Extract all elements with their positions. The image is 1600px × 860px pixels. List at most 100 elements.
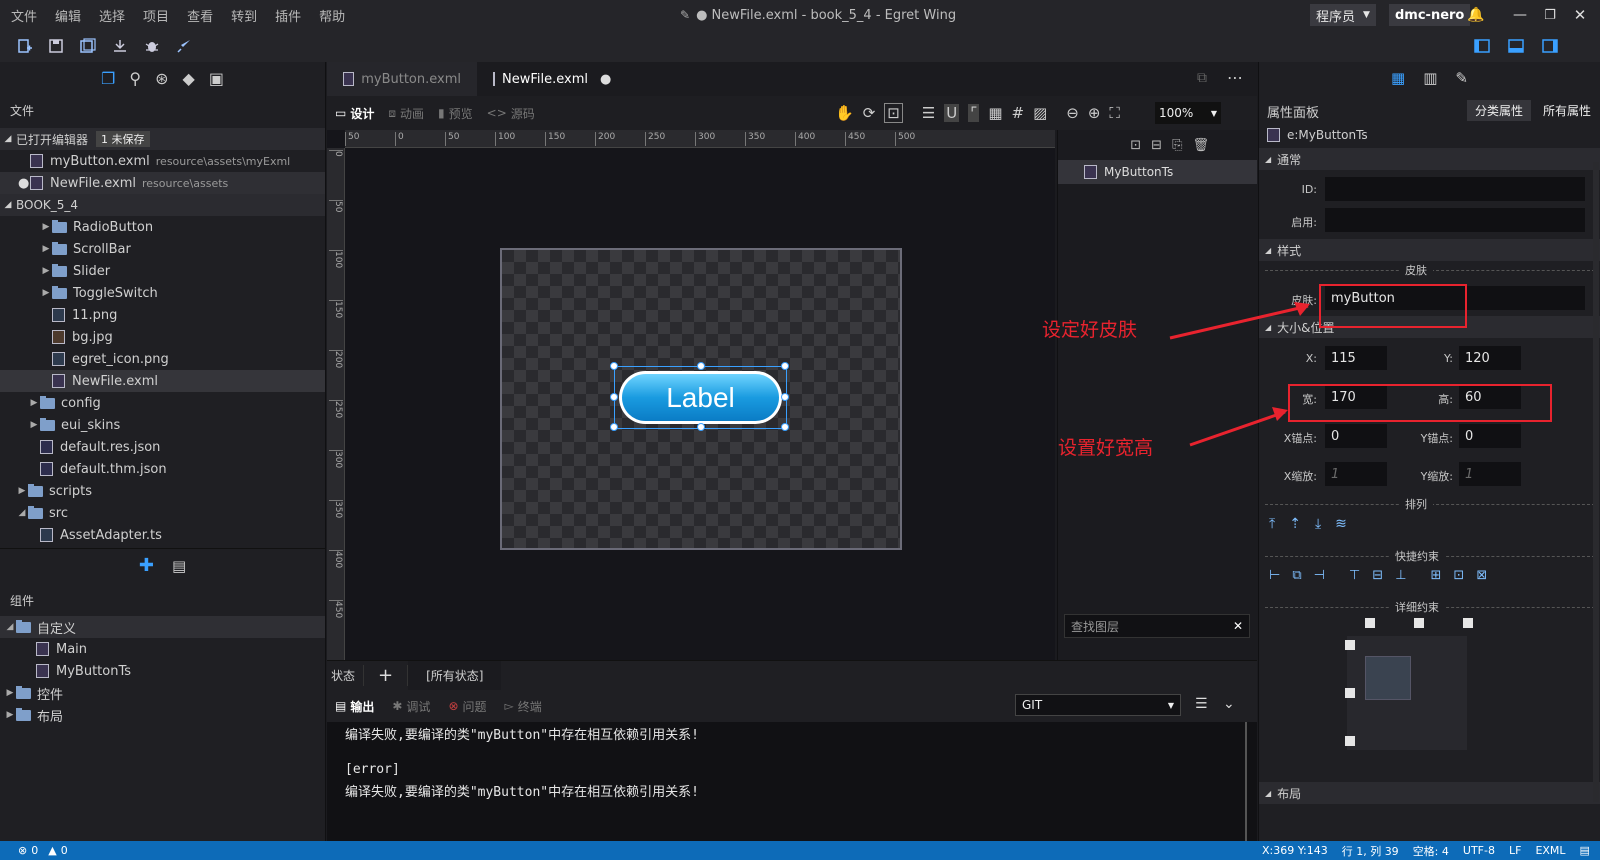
tab-mybutton[interactable]: myButton.exml [327, 62, 477, 96]
component-group[interactable]: ▶ 控件 [0, 682, 325, 704]
tab-output[interactable]: ▤ 输出 [335, 698, 374, 715]
constraint-left-top-checkbox[interactable] [1345, 640, 1355, 650]
menu-project[interactable]: 项目 [134, 0, 178, 30]
hand-icon[interactable]: ✋ [835, 104, 854, 122]
constraint-left-middle-checkbox[interactable] [1345, 688, 1355, 698]
mode-preview[interactable]: ▮ 预览 [438, 105, 473, 122]
restore-icon[interactable]: ❐ [1540, 5, 1560, 25]
tree-item[interactable]: default.res.json [0, 436, 325, 458]
align-top-icon[interactable]: ⊤ [1349, 568, 1360, 583]
resize-handle[interactable] [610, 423, 618, 431]
selection-box[interactable] [610, 362, 789, 431]
resize-handle[interactable] [697, 423, 705, 431]
line-ending[interactable]: LF [1509, 844, 1521, 857]
image-icon[interactable]: ▨ [1033, 104, 1047, 122]
indentation[interactable]: 空格: 4 [1413, 843, 1449, 859]
mode-source[interactable]: <> 源码 [487, 105, 535, 122]
output-console[interactable]: 编译失败,要编译的类"myButton"中存在相互依赖引用关系! [error]… [327, 722, 1257, 841]
output-channel-select[interactable]: GIT ▼ [1015, 694, 1181, 716]
publish-icon[interactable] [104, 30, 136, 62]
menu-view[interactable]: 查看 [178, 0, 222, 30]
layer-item[interactable]: MyButtonTs [1058, 160, 1257, 184]
layout-left-icon[interactable] [1466, 30, 1498, 62]
menu-edit[interactable]: 编辑 [46, 0, 90, 30]
menu-plugins[interactable]: 插件 [266, 0, 310, 30]
tree-item[interactable]: ◢ src [0, 502, 325, 524]
scale-y-input[interactable]: 1 [1459, 462, 1521, 486]
menu-help[interactable]: 帮助 [310, 0, 354, 30]
fit-icon[interactable]: ⊡ [884, 103, 903, 123]
tab-problems[interactable]: ⊗ 问题 [448, 698, 486, 715]
ungroup-icon[interactable]: ⊟ [1151, 138, 1162, 153]
properties-scrollbar[interactable] [1593, 162, 1599, 802]
save-icon[interactable] [40, 30, 72, 62]
fill-width-icon[interactable]: ⊞ [1431, 568, 1442, 583]
menu-file[interactable]: 文件 [2, 0, 46, 30]
minimize-icon[interactable]: — [1510, 5, 1530, 25]
align-hcenter-icon[interactable]: ⧉ [1292, 568, 1301, 583]
y-input[interactable]: 120 [1459, 346, 1521, 370]
layout-bottom-icon[interactable] [1500, 30, 1532, 62]
constraint-widget[interactable] [1347, 636, 1467, 750]
id-input[interactable] [1325, 177, 1585, 201]
rotate-icon[interactable]: ⟳ [863, 104, 876, 122]
mode-design[interactable]: ▭ 设计 [335, 105, 374, 122]
search-icon[interactable]: ⚲ [129, 69, 141, 88]
align-bottom-icon[interactable]: ⊥ [1395, 568, 1406, 583]
menu-select[interactable]: 选择 [90, 0, 134, 30]
anchor-x-input[interactable]: 0 [1325, 424, 1387, 448]
send-back-icon[interactable]: ≋ [1335, 516, 1347, 532]
zoom-out-icon[interactable]: ⊖ [1066, 104, 1079, 122]
book-icon[interactable]: ▥ [1423, 69, 1437, 87]
layer-search-input[interactable]: 查找图层 ✕ [1064, 614, 1250, 638]
problems-indicator[interactable]: ⊗ 0 ▲ 0 [0, 844, 68, 857]
zoom-select[interactable]: 100% ▼ [1155, 102, 1221, 124]
grid-icon[interactable]: ▦ [988, 104, 1002, 122]
tree-item[interactable]: ▶ ScrollBar [0, 238, 325, 260]
section-layout[interactable]: ◢ 布局 [1259, 782, 1600, 804]
new-file-icon[interactable] [8, 30, 40, 62]
constraint-top-left-checkbox[interactable] [1365, 618, 1375, 628]
align-left-icon[interactable]: ⊢ [1269, 568, 1280, 583]
resize-handle[interactable] [610, 362, 618, 370]
zoom-in-icon[interactable]: ⊕ [1088, 104, 1101, 122]
resize-handle[interactable] [610, 393, 618, 401]
debug-bug-icon[interactable] [136, 30, 168, 62]
bring-forward-icon[interactable]: ⇡ [1289, 516, 1301, 532]
guides-icon[interactable]: # [1012, 104, 1025, 122]
brush-icon[interactable]: ✎ [1455, 69, 1468, 87]
send-backward-icon[interactable]: ⤓ [1315, 516, 1321, 532]
group-icon[interactable]: ⊡ [1130, 138, 1141, 153]
tab-newfile[interactable]: NewFile.exml ● [477, 62, 627, 96]
tree-item[interactable]: NewFile.exml [0, 370, 325, 392]
language-mode[interactable]: EXML [1535, 844, 1565, 857]
tree-item[interactable]: ▶ scripts [0, 480, 325, 502]
enabled-input[interactable] [1325, 208, 1585, 232]
tree-item[interactable]: egret_icon.png [0, 348, 325, 370]
component-item[interactable]: Main [0, 638, 325, 660]
x-input[interactable]: 115 [1325, 346, 1387, 370]
properties-icon[interactable]: ▦ [1391, 69, 1405, 87]
open-file-item[interactable]: myButton.exml resource\assets\myExml [0, 150, 325, 172]
tab-terminal[interactable]: ▻ 终端 [505, 698, 542, 715]
constraint-top-right-checkbox[interactable] [1463, 618, 1473, 628]
resize-handle[interactable] [781, 362, 789, 370]
section-common[interactable]: ◢ 通常 [1259, 148, 1600, 170]
line-column[interactable]: 行 1, 列 39 [1342, 843, 1399, 859]
open-editors-section[interactable]: ◢ 已打开编辑器 1 未保存 [0, 128, 325, 150]
component-group[interactable]: ▶ 布局 [0, 704, 325, 726]
magnet-icon[interactable]: U [944, 104, 960, 122]
tree-item[interactable]: bg.jpg [0, 326, 325, 348]
resize-handle[interactable] [697, 362, 705, 370]
clear-icon[interactable]: ✕ [1233, 619, 1243, 633]
tree-item[interactable]: AssetAdapter.ts [0, 524, 325, 546]
user-button[interactable]: dmc-nero [1389, 4, 1471, 26]
tree-item[interactable]: default.thm.json [0, 458, 325, 480]
split-icon[interactable]: ⧉ [1197, 70, 1207, 86]
collapse-panel-icon[interactable]: ⌄ [1223, 696, 1235, 712]
output-scrollbar[interactable] [1245, 722, 1247, 841]
bell-icon[interactable]: 🔔 [1466, 5, 1486, 25]
copy-icon[interactable]: ⎘ [1172, 138, 1182, 153]
role-select[interactable]: 程序员 ▼ [1310, 4, 1376, 26]
scale-x-input[interactable]: 1 [1325, 462, 1387, 486]
